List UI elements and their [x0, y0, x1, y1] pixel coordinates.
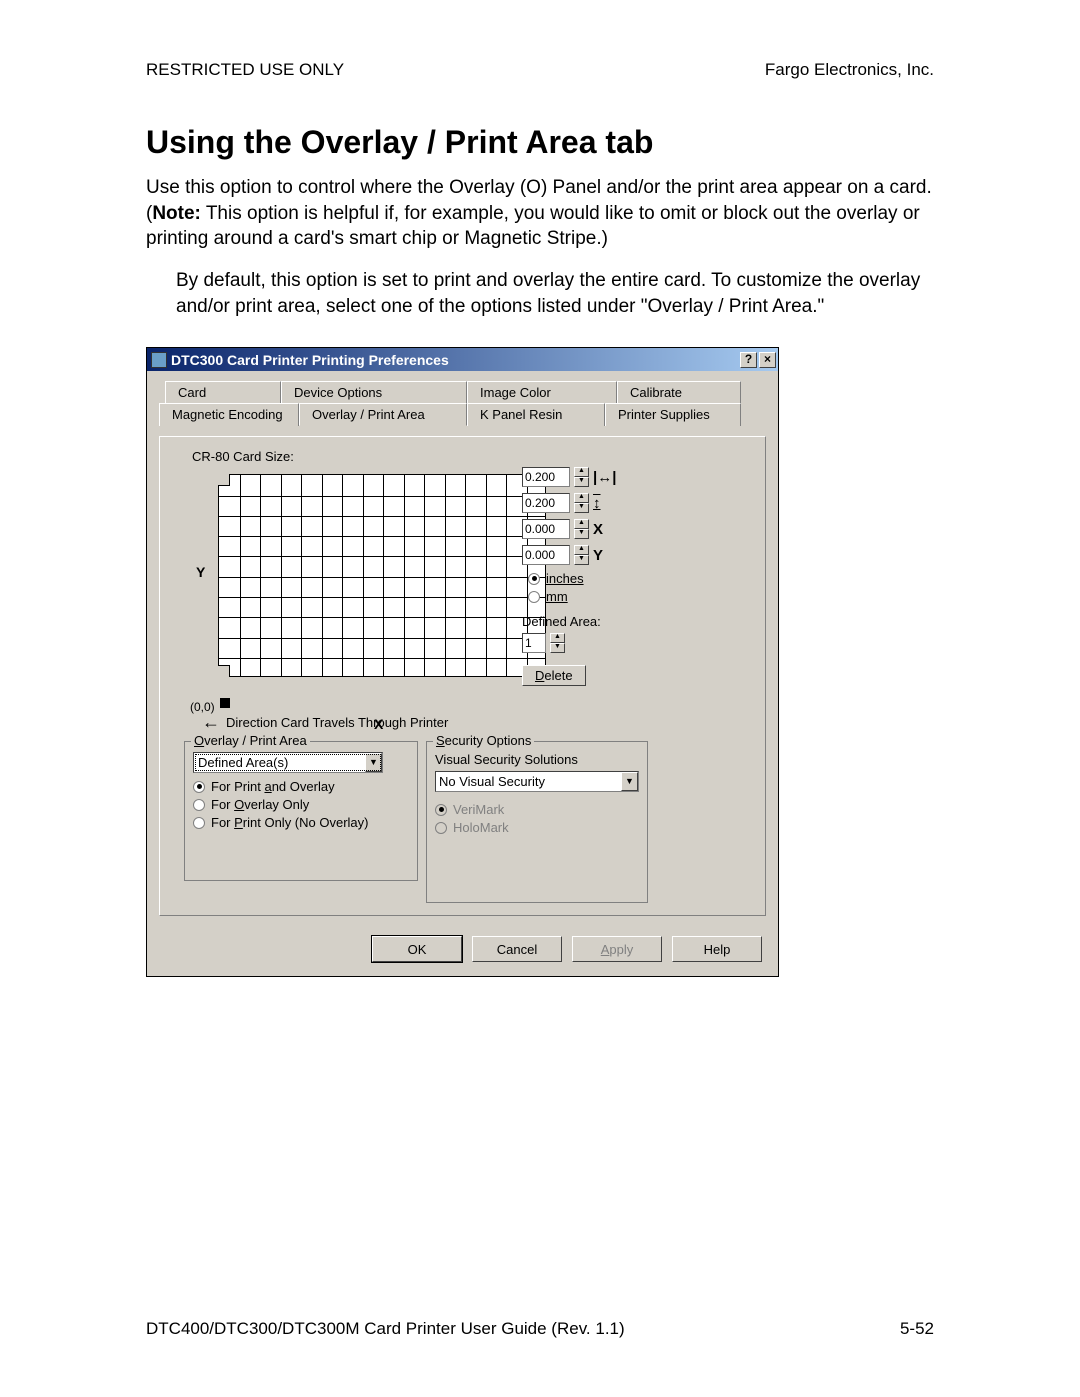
chevron-down-icon: ▼	[365, 753, 382, 772]
radio-print-only[interactable]: For Print Only (No Overlay)	[193, 815, 409, 830]
radio-inches[interactable]: inches	[528, 571, 692, 586]
radio-dot	[528, 591, 540, 603]
holomark-label: HoloMark	[453, 820, 509, 835]
spinner-height: ▲▼ ↕	[522, 493, 692, 513]
radio-overlay-only[interactable]: For Overlay Only	[193, 797, 409, 812]
help-icon[interactable]: ?	[740, 352, 757, 368]
preferences-dialog: DTC300 Card Printer Printing Preferences…	[146, 347, 779, 977]
spin-up[interactable]: ▲	[574, 545, 589, 555]
indent-paragraph: By default, this option is set to print …	[176, 268, 934, 319]
y-input[interactable]	[522, 545, 570, 565]
ok-button[interactable]: OK	[372, 936, 462, 962]
spinner-width: ▲▼ |↔|	[522, 467, 692, 487]
radio-holomark: HoloMark	[435, 820, 639, 835]
para1b: This option is helpful if, for example, …	[146, 203, 920, 250]
spin-down[interactable]: ▼	[550, 643, 565, 653]
defined-area-label: Defined Area:	[522, 614, 692, 629]
para1-note: Note:	[152, 203, 201, 224]
doc-header: RESTRICTED USE ONLY Fargo Electronics, I…	[146, 60, 934, 80]
security-combo-value: No Visual Security	[439, 774, 545, 789]
tab-card[interactable]: Card	[165, 381, 281, 403]
header-left: RESTRICTED USE ONLY	[146, 60, 344, 80]
radio-dot	[528, 573, 540, 585]
arrow-left-icon: ←	[202, 712, 220, 733]
spinner-x: ▲▼ X	[522, 519, 692, 539]
delete-button[interactable]: Delete	[522, 665, 586, 686]
overlay-combo-value: Defined Area(s)	[198, 755, 288, 770]
x-input[interactable]	[522, 519, 570, 539]
tab-strip: Card Device Options Image Color Calibrat…	[159, 381, 766, 433]
header-right: Fargo Electronics, Inc.	[765, 60, 934, 80]
spin-up[interactable]: ▲	[550, 633, 565, 643]
security-group-title: Security Options	[433, 733, 534, 748]
defined-area-input[interactable]	[522, 633, 546, 653]
spin-down[interactable]: ▼	[574, 477, 589, 487]
direction-row: ← Direction Card Travels Through Printer	[202, 712, 448, 733]
tab-panel: CR-80 Card Size: Y (0,0) X ▲▼ |↔|	[159, 436, 766, 916]
x-icon: X	[593, 521, 603, 538]
spin-down[interactable]: ▼	[574, 503, 589, 513]
spin-down[interactable]: ▼	[574, 529, 589, 539]
app-icon	[151, 352, 167, 368]
tab-printer-supplies[interactable]: Printer Supplies	[605, 403, 741, 426]
apply-button: Apply	[572, 936, 662, 962]
origin-marker	[220, 698, 230, 708]
spin-up[interactable]: ▲	[574, 493, 589, 503]
cancel-button[interactable]: Cancel	[472, 936, 562, 962]
y-icon: Y	[593, 547, 603, 564]
tab-device-options[interactable]: Device Options	[281, 381, 467, 403]
chevron-down-icon: ▼	[621, 772, 638, 791]
width-icon: |↔|	[593, 469, 616, 486]
tab-overlay-print-area[interactable]: Overlay / Print Area	[299, 403, 467, 426]
spinner-y: ▲▼ Y	[522, 545, 692, 565]
titlebar: DTC300 Card Printer Printing Preferences…	[147, 348, 778, 371]
delete-rest: elete	[544, 668, 572, 683]
height-input[interactable]	[522, 493, 570, 513]
dialog-button-row: OK Cancel Apply Help	[147, 926, 778, 976]
vss-label: Visual Security Solutions	[435, 752, 639, 767]
intro-paragraph: Use this option to control where the Ove…	[146, 175, 934, 252]
radio-print-and-overlay[interactable]: For Print and Overlay	[193, 779, 409, 794]
overlay-group-title: Overlay / Print Area	[191, 733, 310, 748]
footer-left: DTC400/DTC300/DTC300M Card Printer User …	[146, 1319, 625, 1339]
doc-footer: DTC400/DTC300/DTC300M Card Printer User …	[146, 1319, 934, 1339]
inches-label: inches	[546, 571, 584, 586]
direction-label: Direction Card Travels Through Printer	[226, 715, 448, 730]
opt3: For Print Only (No Overlay)	[211, 815, 369, 830]
card-preview-grid[interactable]	[218, 474, 546, 677]
overlay-groupbox: Overlay / Print Area Defined Area(s) ▼ F…	[184, 741, 418, 881]
overlay-combo[interactable]: Defined Area(s) ▼	[193, 752, 383, 773]
close-icon[interactable]: ×	[759, 352, 776, 368]
card-size-label: CR-80 Card Size:	[192, 449, 294, 464]
opt2: For Overlay Only	[211, 797, 309, 812]
spin-up[interactable]: ▲	[574, 467, 589, 477]
radio-mm[interactable]: mm	[528, 589, 692, 604]
height-icon: ↕	[593, 495, 601, 512]
spin-down[interactable]: ▼	[574, 555, 589, 565]
tab-k-panel-resin[interactable]: K Panel Resin	[467, 403, 605, 426]
verimark-label: VeriMark	[453, 802, 504, 817]
help-button[interactable]: Help	[672, 936, 762, 962]
security-groupbox: Security Options Visual Security Solutio…	[426, 741, 648, 903]
spin-up[interactable]: ▲	[574, 519, 589, 529]
y-axis-label: Y	[196, 564, 205, 580]
mm-label: mm	[546, 589, 568, 604]
tab-calibrate[interactable]: Calibrate	[617, 381, 741, 403]
tab-magnetic-encoding[interactable]: Magnetic Encoding	[159, 403, 299, 426]
page-title: Using the Overlay / Print Area tab	[146, 124, 934, 161]
radio-verimark: VeriMark	[435, 802, 639, 817]
opt1: For Print and Overlay	[211, 779, 335, 794]
tab-image-color[interactable]: Image Color	[467, 381, 617, 403]
security-combo[interactable]: No Visual Security ▼	[435, 771, 639, 792]
dimension-spinners: ▲▼ |↔| ▲▼ ↕ ▲▼ X ▲▼ Y	[522, 467, 692, 686]
footer-right: 5-52	[900, 1319, 934, 1339]
width-input[interactable]	[522, 467, 570, 487]
dialog-title: DTC300 Card Printer Printing Preferences	[171, 352, 449, 368]
